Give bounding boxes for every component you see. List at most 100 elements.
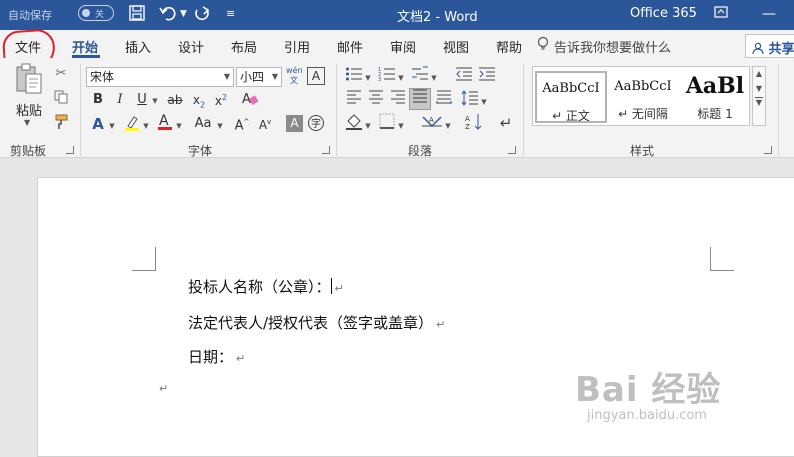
undo-dropdown-icon[interactable]: ▼ (180, 4, 187, 26)
tab-help[interactable]: 帮助 (496, 37, 522, 56)
tab-design[interactable]: 设计 (178, 37, 204, 56)
change-case-dropdown-icon[interactable]: ▼ (216, 116, 224, 136)
align-left-icon[interactable] (344, 90, 364, 110)
style-normal[interactable]: AaBbCcI ↵ 正文 (535, 71, 607, 123)
copy-icon[interactable] (52, 90, 70, 110)
shrink-font-icon[interactable]: Av (256, 112, 274, 132)
save-icon[interactable] (128, 4, 146, 26)
doc-line-bidder-name[interactable]: 投标人名称（公章）： ↵ (188, 276, 344, 297)
character-shading-icon[interactable]: A (286, 115, 303, 132)
autosave-toggle[interactable]: 关 (78, 5, 114, 21)
paste-icon[interactable] (14, 62, 44, 99)
multilevel-dropdown-icon[interactable]: ▼ (430, 68, 438, 88)
svg-text:A: A (465, 115, 470, 123)
group-separator (80, 64, 81, 156)
chinese-layout-dropdown-icon[interactable]: ▼ (444, 116, 452, 136)
style-no-spacing[interactable]: AaBbCcI ↵ 无间隔 (607, 71, 679, 123)
phonetic-guide-icon[interactable]: wén 文 (286, 66, 303, 86)
bullets-dropdown-icon[interactable]: ▼ (364, 68, 372, 88)
doc-line-empty[interactable]: ↵ (156, 378, 168, 396)
line-spacing-icon[interactable] (460, 90, 480, 110)
grow-font-icon[interactable]: A^ (233, 112, 251, 133)
subscript-icon[interactable]: x2 (190, 90, 208, 110)
show-marks-icon[interactable]: ↵ (496, 113, 516, 133)
tab-view[interactable]: 视图 (443, 37, 469, 56)
numbering-icon[interactable]: 123 (377, 66, 397, 86)
distributed-icon[interactable] (434, 90, 454, 110)
highlight-dropdown-icon[interactable]: ▼ (142, 116, 150, 136)
shading-dropdown-icon[interactable]: ▼ (364, 116, 372, 136)
customize-qat-icon[interactable]: ≡ (226, 4, 235, 26)
format-painter-icon[interactable] (52, 114, 70, 134)
styles-launcher-icon[interactable] (764, 146, 772, 154)
align-right-icon[interactable] (388, 90, 408, 110)
borders-icon[interactable] (377, 113, 397, 133)
redo-icon[interactable] (192, 4, 212, 26)
paste-dropdown-icon[interactable]: ▼ (24, 118, 30, 127)
tab-home[interactable]: 开始 (72, 37, 98, 56)
crop-mark-top-right (710, 247, 734, 271)
undo-icon[interactable] (158, 4, 178, 26)
character-border-icon[interactable]: A (307, 67, 325, 85)
tab-review[interactable]: 审阅 (390, 37, 416, 56)
numbering-dropdown-icon[interactable]: ▼ (397, 68, 405, 88)
tell-me-box[interactable]: 告诉我你想要做什么 (554, 37, 671, 56)
shading-icon[interactable] (344, 113, 364, 133)
doc-line-date[interactable]: 日期： ↵ (188, 346, 245, 367)
title-bar: 自动保存 关 ▼ ≡ 文档2 - Word Office 365 — (0, 0, 794, 30)
change-case-icon[interactable]: Aa (190, 114, 216, 134)
bullets-icon[interactable] (344, 66, 364, 86)
tab-layout[interactable]: 布局 (231, 37, 257, 56)
paragraph-mark-icon: ↵ (334, 282, 344, 295)
font-launcher-icon[interactable] (322, 146, 330, 154)
tab-references[interactable]: 引用 (284, 37, 310, 56)
align-center-icon[interactable] (366, 90, 386, 110)
paragraph-launcher-icon[interactable] (508, 146, 516, 154)
underline-icon[interactable]: U (134, 90, 150, 110)
bold-icon[interactable]: B (90, 90, 106, 110)
clipboard-group-label: 剪贴板 (10, 144, 47, 158)
doc-line-legal-representative[interactable]: 法定代表人/授权代表（签字或盖章） ↵ (188, 312, 445, 333)
share-label: 共享 (768, 42, 794, 57)
font-size-combo[interactable]: 小四 ▼ (236, 67, 282, 87)
highlight-icon[interactable] (122, 114, 142, 134)
chinese-layout-icon[interactable]: A (420, 113, 444, 133)
style-sample: AaBbCcI (542, 81, 600, 96)
font-color-icon[interactable]: A (155, 112, 175, 132)
ribbon-display-icon[interactable] (710, 4, 732, 24)
text-effects-icon[interactable]: A (88, 114, 108, 134)
font-color-dropdown-icon[interactable]: ▼ (175, 116, 183, 136)
enclose-characters-icon[interactable]: 字 (306, 114, 326, 134)
justify-icon[interactable] (409, 88, 431, 110)
svg-text:字: 字 (311, 117, 321, 130)
multilevel-list-icon[interactable] (410, 66, 430, 86)
line-spacing-dropdown-icon[interactable]: ▼ (480, 92, 488, 112)
styles-scroll[interactable]: ▲ ▼ ▼ (752, 66, 766, 126)
chevron-down-icon[interactable]: ▼ (753, 84, 765, 93)
clipboard-launcher-icon[interactable] (66, 146, 74, 154)
svg-text:3: 3 (378, 77, 381, 82)
increase-indent-icon[interactable] (477, 66, 497, 86)
font-name-combo[interactable]: 宋体 ▼ (86, 67, 234, 87)
cut-icon[interactable]: ✂ (52, 64, 70, 84)
chevron-down-icon: ▼ (271, 72, 278, 81)
superscript-icon[interactable]: x2 (212, 88, 230, 108)
sort-icon[interactable]: AZ (464, 113, 484, 133)
borders-dropdown-icon[interactable]: ▼ (397, 116, 405, 136)
chevron-up-icon[interactable]: ▲ (753, 69, 765, 78)
minimize-icon[interactable]: — (758, 4, 780, 24)
paste-label[interactable]: 粘贴 (16, 100, 42, 119)
strikethrough-icon[interactable]: ab (164, 90, 186, 110)
crop-mark-top-left (132, 247, 156, 271)
tab-insert[interactable]: 插入 (125, 37, 151, 56)
clear-formatting-icon[interactable]: A (240, 90, 260, 110)
style-sample: AaBbCcI (614, 79, 672, 94)
decrease-indent-icon[interactable] (454, 66, 474, 86)
text-effects-dropdown-icon[interactable]: ▼ (108, 116, 116, 136)
italic-icon[interactable]: I (112, 90, 128, 110)
more-styles-icon[interactable]: ▼ (755, 97, 763, 107)
tab-mailings[interactable]: 邮件 (337, 37, 363, 56)
underline-dropdown-icon[interactable]: ▼ (151, 91, 159, 111)
share-button[interactable]: 共享 (745, 34, 794, 58)
style-heading-1[interactable]: AaBl 标题 1 (679, 71, 751, 123)
